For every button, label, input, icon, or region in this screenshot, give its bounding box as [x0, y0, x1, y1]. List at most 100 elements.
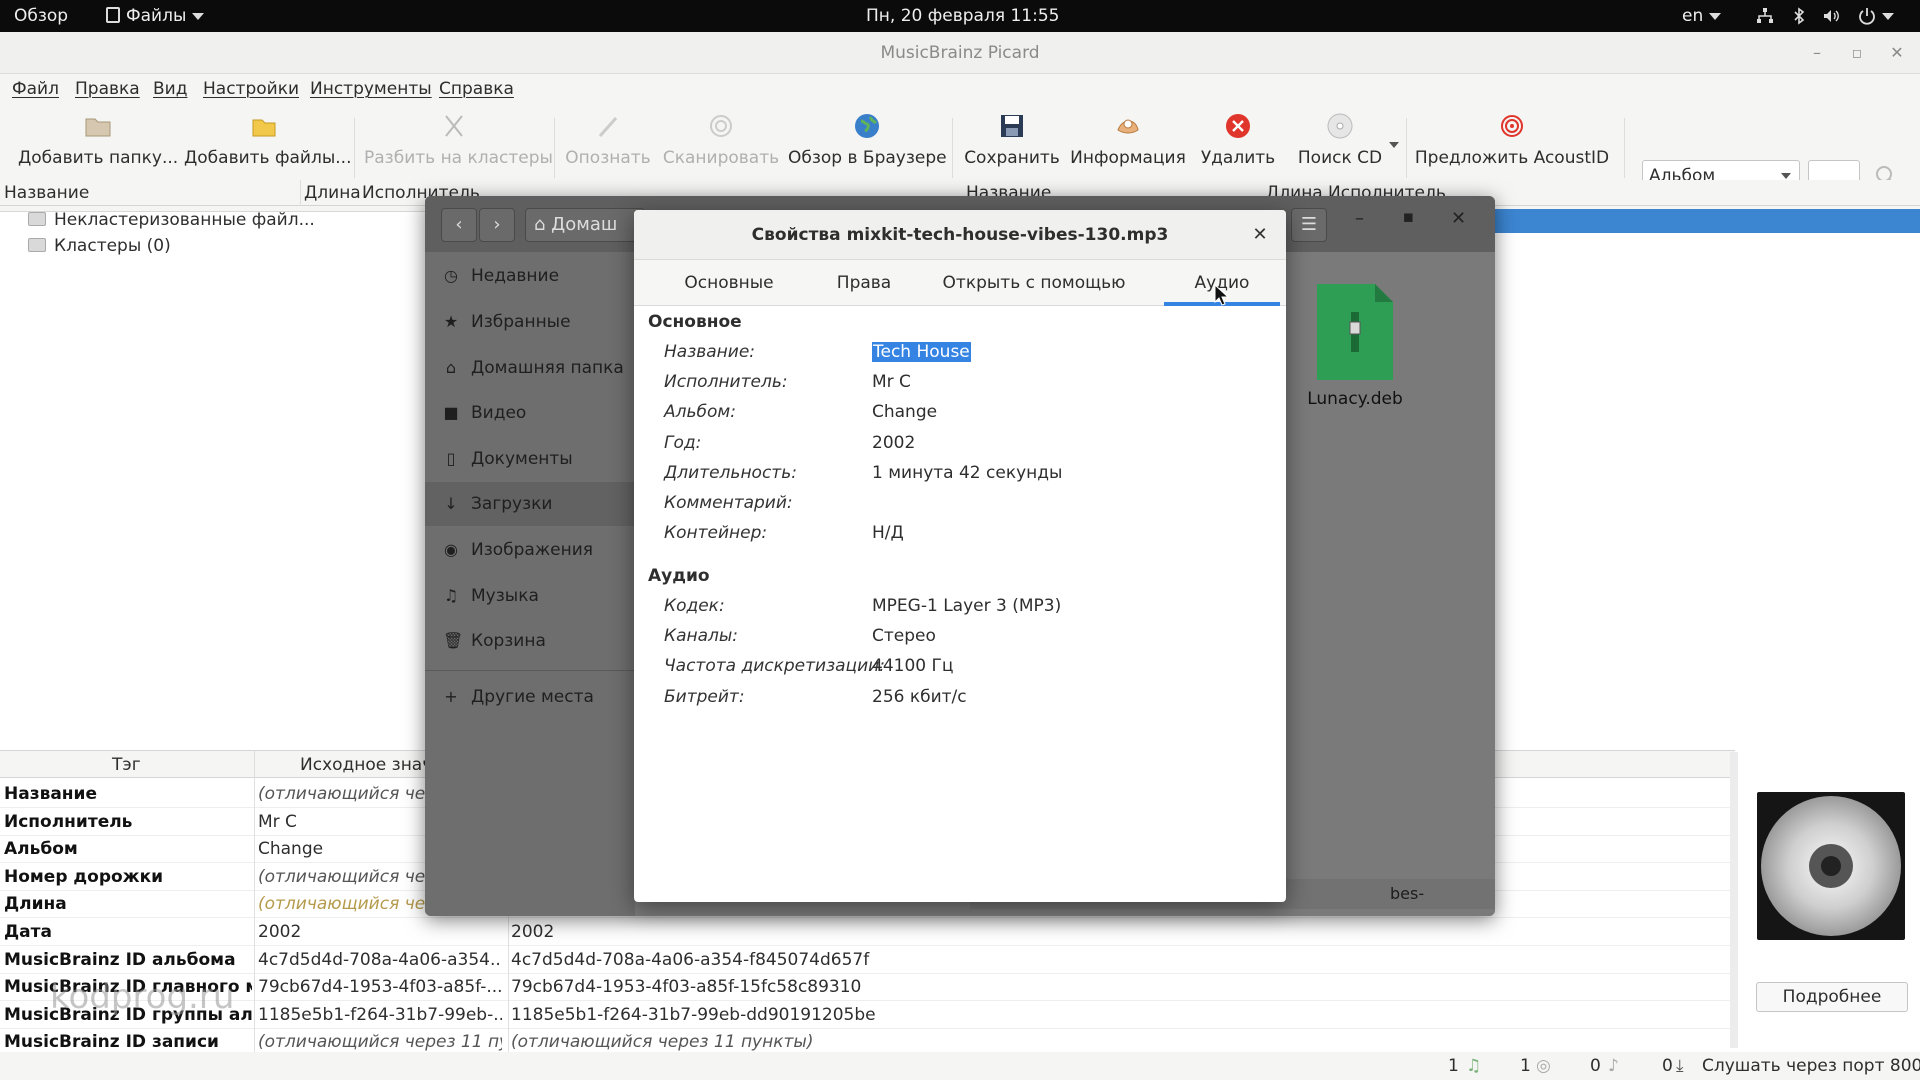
info-button[interactable]: Информация	[1068, 72, 1188, 172]
remove-button[interactable]: Удалить	[1196, 72, 1280, 172]
property-label: Контейнер:	[664, 523, 768, 544]
cd-lookup-button[interactable]: Поиск CD	[1290, 72, 1390, 172]
table-row[interactable]: Дата 2002 2002	[0, 918, 1735, 946]
sidebar-item-music[interactable]: ♫ Музыка	[443, 586, 539, 606]
lookup-label: Опознать	[565, 148, 651, 168]
tab-basic[interactable]: Основные	[664, 260, 794, 306]
tab-open-with[interactable]: Открыть с помощью	[934, 260, 1134, 306]
column-length[interactable]: Длина	[304, 180, 361, 206]
column-divider	[254, 751, 255, 779]
properties-dialog: Свойства mixkit-tech-house-vibes-130.mp3…	[634, 210, 1286, 902]
volume-icon[interactable]	[1822, 0, 1840, 32]
sidebar-item-home[interactable]: ⌂ Домашняя папка	[443, 358, 624, 378]
language-indicator[interactable]: en	[1682, 0, 1722, 32]
property-value[interactable]: 2002	[872, 433, 915, 453]
activities-button[interactable]: Обзор	[14, 0, 68, 32]
close-icon[interactable]: ✕	[1882, 32, 1912, 74]
folder-icon	[28, 212, 46, 226]
property-value[interactable]: 1 минута 42 секунды	[872, 463, 1062, 483]
sidebar-item-trash[interactable]: 🗑 Корзина	[443, 631, 546, 651]
save-button[interactable]: Сохранить	[962, 72, 1062, 172]
property-value[interactable]: Н/Д	[872, 523, 904, 543]
path-bar[interactable]: ⌂ Домаш	[525, 208, 645, 242]
network-icon[interactable]	[1756, 0, 1774, 32]
table-row[interactable]: MusicBrainz ID главного му...79cb67d4-19…	[0, 973, 1735, 1002]
property-value[interactable]: 256 кбит/с	[872, 687, 967, 707]
back-button[interactable]: ‹	[441, 208, 477, 242]
sidebar-item-recent[interactable]: ◷ Недавние	[443, 266, 559, 286]
column-name[interactable]: Название	[4, 180, 89, 206]
tab-permissions[interactable]: Права	[816, 260, 912, 306]
app-menu-label: Файлы	[126, 6, 187, 26]
lookup-button[interactable]: Опознать	[562, 72, 654, 172]
column-tag[interactable]: Тэг	[112, 751, 141, 779]
cd-icon	[1327, 113, 1353, 139]
bluetooth-icon[interactable]	[1790, 0, 1808, 32]
recent-icon: ◷	[444, 266, 458, 285]
clusters-item[interactable]: Кластеры (0)	[28, 236, 171, 256]
dialog-titlebar: Свойства mixkit-tech-house-vibes-130.mp3…	[634, 210, 1286, 260]
close-icon[interactable]: ✕	[1246, 210, 1274, 260]
tag-cell: Длина	[4, 894, 67, 915]
minimize-icon[interactable]: –	[1802, 32, 1832, 74]
camera-icon: ◉	[444, 540, 458, 559]
file-name: Lunacy.deb	[1307, 389, 1403, 409]
cd-dropdown-icon[interactable]	[1389, 142, 1399, 148]
power-icon	[1859, 8, 1875, 25]
toolbar-separator	[554, 118, 555, 178]
sidebar-item-download[interactable]: ↓ Загрузки	[443, 494, 552, 514]
property-value[interactable]: 44100 Гц	[872, 656, 953, 676]
property-value[interactable]: MPEG-1 Layer 3 (MP3)	[872, 596, 1061, 616]
sidebar-item-plus[interactable]: + Другие места	[443, 687, 594, 707]
status-albums-count: 1	[1520, 1056, 1531, 1076]
clock[interactable]: Пн, 20 февраля 11:55	[866, 0, 1059, 32]
sidebar-item-star[interactable]: ★ Избранные	[443, 312, 571, 332]
wand-icon	[598, 117, 618, 137]
property-value[interactable]: Mr C	[872, 372, 911, 392]
app-menu[interactable]: Файлы	[106, 0, 205, 32]
file-item-lunacy[interactable]: Lunacy.deb	[1295, 282, 1415, 409]
close-icon[interactable]: ✕	[1451, 208, 1466, 229]
original-value-cell: 79cb67d4-1953-4f03-a85f-...	[258, 977, 502, 998]
original-value-cell: 4c7d5d4d-708a-4a06-a354...	[258, 949, 502, 970]
download-icon: ↓	[444, 494, 458, 513]
cover-art	[1757, 792, 1905, 940]
menu-icon[interactable]: ☰	[1291, 208, 1327, 242]
add-files-button[interactable]: Добавить файлы...	[184, 72, 351, 172]
property-value[interactable]: Change	[872, 402, 937, 422]
cluster-button[interactable]: Разбить на кластеры	[364, 72, 553, 172]
sidebar-item-label: Избранные	[471, 312, 571, 332]
property-value[interactable]: Tech House	[872, 342, 971, 362]
sidebar-item-camera[interactable]: ◉ Изображения	[443, 540, 593, 560]
section-basic-heading: Основное	[648, 312, 742, 332]
sidebar-item-label: Видео	[471, 403, 527, 423]
gnome-top-bar: Обзор Файлы Пн, 20 февраля 11:55 en	[0, 0, 1920, 32]
sidebar-item-video[interactable]: ■ Видео	[443, 403, 526, 423]
table-row[interactable]: MusicBrainz ID группы альб...1185e5b1-f2…	[0, 1001, 1735, 1029]
scan-button[interactable]: Сканировать	[660, 72, 782, 172]
forward-button[interactable]: ›	[479, 208, 515, 242]
minimize-icon[interactable]: –	[1355, 208, 1364, 229]
more-details-button[interactable]: Подробнее	[1756, 982, 1908, 1012]
table-row[interactable]: MusicBrainz ID альбома 4c7d5d4d-708a-4a06…	[0, 946, 1735, 974]
music-icon: ♫	[443, 586, 459, 605]
acoustid-button[interactable]: Предложить AcoustID	[1414, 72, 1610, 172]
power-menu[interactable]	[1858, 0, 1894, 32]
dialog-title: Свойства mixkit-tech-house-vibes-130.mp3	[751, 225, 1169, 245]
chevron-down-icon	[1882, 12, 1894, 20]
add-folder-button[interactable]: Добавить папку...	[18, 72, 178, 172]
property-value[interactable]: Стерео	[872, 626, 936, 646]
selected-album-row[interactable]	[1490, 209, 1920, 233]
maximize-icon[interactable]: ◼	[1403, 210, 1414, 225]
sidebar-item-document[interactable]: ▯ Документы	[443, 449, 573, 469]
metadata-scrollbar[interactable]	[1730, 752, 1738, 1048]
tree-item-label: Некластеризованные файл...	[54, 210, 315, 230]
toolbar-separator	[1624, 118, 1625, 178]
column-original[interactable]: Исходное значе	[300, 751, 443, 779]
section-audio-heading: Аудио	[648, 566, 710, 586]
chevron-down-icon	[1781, 173, 1791, 179]
home-icon: ⌂	[534, 214, 546, 235]
maximize-icon[interactable]: ◻	[1842, 32, 1872, 74]
browser-button[interactable]: Обзор в Браузере	[788, 72, 947, 172]
unclustered-files-item[interactable]: Некластеризованные файл...	[28, 210, 315, 230]
